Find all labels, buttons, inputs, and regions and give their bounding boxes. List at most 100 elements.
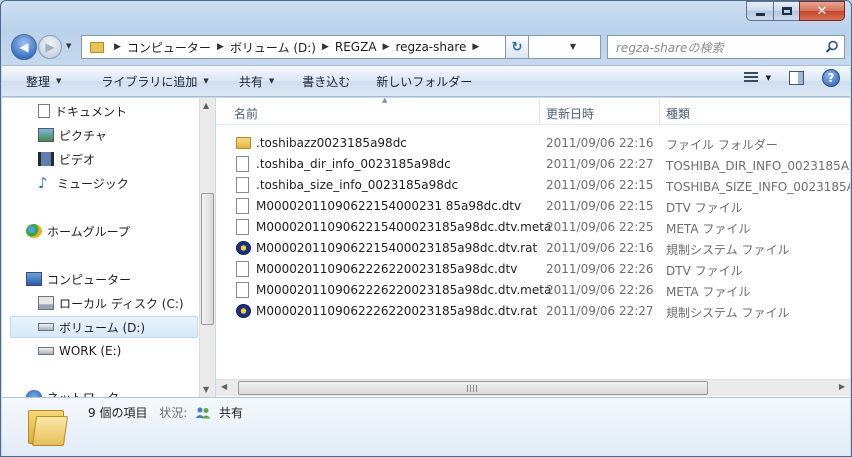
column-divider[interactable] xyxy=(539,98,540,125)
nav-item-local-disk-c[interactable]: ローカル ディスク (C:) xyxy=(38,292,184,314)
nav-item-homegroup[interactable]: ホームグループ xyxy=(26,220,130,242)
chevron-right-icon[interactable]: ▶ xyxy=(217,42,224,52)
folder-icon xyxy=(90,41,104,53)
nav-item-label: ネットワーク xyxy=(47,389,119,398)
explorer-window: ✕ ◀ ▶ ▼ ▶ コンピューター ▶ ボリューム (D:) ▶ REGZA ▶… xyxy=(0,0,852,457)
file-row[interactable]: M0000201109062215400023185a98dc.dtv.rat … xyxy=(234,238,850,259)
change-view-button[interactable]: ▼ xyxy=(743,72,771,84)
scroll-down-icon[interactable]: ▼ xyxy=(203,385,209,394)
new-folder-button[interactable]: 新しいフォルダー xyxy=(362,66,484,96)
shared-users-icon xyxy=(195,407,211,419)
file-row[interactable]: .toshiba_size_info_0023185a98dc 2011/09/… xyxy=(234,175,850,196)
file-name: M00002011090622154000231 85a98dc.dtv xyxy=(256,199,522,213)
file-type: DTV ファイル xyxy=(666,201,743,215)
file-row[interactable]: .toshiba_dir_info_0023185a98dc 2011/09/0… xyxy=(234,154,850,175)
nav-item-network[interactable]: ネットワーク xyxy=(26,386,119,397)
view-controls: ▼ ? xyxy=(743,69,840,87)
search-icon[interactable] xyxy=(825,40,839,54)
system-drive-icon xyxy=(38,296,54,310)
nav-item-label: ローカル ディスク (C:) xyxy=(59,296,184,311)
organize-menu[interactable]: 整理 ▼ xyxy=(2,66,73,96)
forward-button[interactable]: ▶ xyxy=(38,35,62,59)
column-type[interactable]: 種類 xyxy=(666,105,690,122)
chevron-right-icon[interactable]: ▶ xyxy=(383,42,390,52)
nav-item-label: ピクチャ xyxy=(59,128,107,143)
minimize-button[interactable] xyxy=(746,1,773,21)
add-to-library-label: ライブラリに追加 xyxy=(101,74,198,89)
nav-item-computer[interactable]: コンピューター xyxy=(26,268,131,290)
column-date[interactable]: 更新日時 xyxy=(546,105,594,122)
file-row[interactable]: M0000201109062215400023185a98dc.dtv.meta… xyxy=(234,217,850,238)
file-type: TOSHIBA_DIR_INFO_0023185A98DC ファイル xyxy=(666,159,850,173)
file-date: 2011/09/06 22:16 xyxy=(546,136,654,150)
file-list-horizontal-scrollbar[interactable]: ◀ ▶ xyxy=(216,379,850,396)
rating-icon xyxy=(236,304,251,318)
file-date: 2011/09/06 22:16 xyxy=(546,241,654,255)
breadcrumb-computer[interactable]: コンピューター xyxy=(127,39,211,56)
add-to-library-menu[interactable]: ライブラリに追加 ▼ xyxy=(73,66,220,96)
nav-item-pictures[interactable]: ピクチャ xyxy=(38,124,107,146)
file-row[interactable]: M00002011090622154000231 85a98dc.dtv 201… xyxy=(234,196,850,217)
chevron-down-icon: ▼ xyxy=(203,77,209,85)
nav-item-label: ボリューム (D:) xyxy=(59,320,146,335)
details-summary: 9 個の項目 状況: 共有 xyxy=(88,404,243,421)
nav-item-videos[interactable]: ビデオ xyxy=(38,148,95,170)
nav-item-label: ミュージック xyxy=(57,176,129,191)
address-history-dropdown[interactable]: ▼ xyxy=(570,42,576,51)
file-row[interactable]: .toshibazz0023185a98dc 2011/09/06 22:16 … xyxy=(234,133,850,154)
chevron-right-icon[interactable]: ▶ xyxy=(322,42,329,52)
document-icon xyxy=(236,282,249,298)
file-row[interactable]: M0000201109062226220023185a98dc.dtv.rat … xyxy=(234,301,850,322)
document-icon xyxy=(236,219,249,235)
minimize-icon xyxy=(755,12,765,16)
file-date: 2011/09/06 22:26 xyxy=(546,262,654,276)
scroll-up-icon[interactable]: ▲ xyxy=(203,101,209,110)
scrollbar-thumb[interactable] xyxy=(238,381,708,395)
preview-pane-icon[interactable] xyxy=(789,71,804,85)
scroll-left-icon[interactable]: ◀ xyxy=(221,382,227,391)
search-input[interactable]: regza-shareの検索 xyxy=(616,39,723,56)
file-row[interactable]: M0000201109062226220023185a98dc.dtv.meta… xyxy=(234,280,850,301)
help-icon[interactable]: ? xyxy=(822,69,840,87)
nav-item-documents[interactable]: ドキュメント xyxy=(38,100,127,122)
breadcrumb-regza-share[interactable]: regza-share xyxy=(395,40,466,54)
maximize-icon xyxy=(781,7,792,15)
drive-icon xyxy=(38,323,54,331)
burn-button[interactable]: 書き込む xyxy=(286,66,362,96)
nav-item-work-e[interactable]: WORK (E:) xyxy=(38,340,121,362)
column-name[interactable]: 名前 xyxy=(234,105,258,122)
file-name: M0000201109062215400023185a98dc.dtv.meta xyxy=(256,220,552,234)
forward-arrow-icon: ▶ xyxy=(45,40,55,54)
close-icon: ✕ xyxy=(816,3,828,19)
file-date: 2011/09/06 22:26 xyxy=(546,283,654,297)
navigation-pane-scrollbar[interactable]: ▲ ▼ xyxy=(199,98,215,397)
chevron-right-icon[interactable]: ▶ xyxy=(472,42,479,52)
nav-item-label: WORK (E:) xyxy=(59,344,122,358)
chevron-right-icon[interactable]: ▶ xyxy=(114,42,121,52)
file-row[interactable]: M0000201109062226220023185a98dc.dtv 2011… xyxy=(234,259,850,280)
maximize-button[interactable] xyxy=(773,1,799,21)
music-note-icon: ♪ xyxy=(38,174,48,192)
file-type: TOSHIBA_SIZE_INFO_0023185A98DC ファイル xyxy=(666,180,850,194)
scrollbar-thumb[interactable] xyxy=(201,193,214,325)
recent-pages-dropdown[interactable]: ▼ xyxy=(66,42,71,50)
share-menu[interactable]: 共有 ▼ xyxy=(221,66,286,96)
caption-buttons: ✕ xyxy=(746,1,845,21)
refresh-button[interactable]: ↻ xyxy=(505,35,529,59)
breadcrumb-regza[interactable]: REGZA xyxy=(335,40,377,54)
breadcrumb-volume-d[interactable]: ボリューム (D:) xyxy=(230,39,316,56)
close-button[interactable]: ✕ xyxy=(799,1,845,21)
file-date: 2011/09/06 22:15 xyxy=(546,178,654,192)
document-icon xyxy=(236,261,249,277)
nav-item-label: ドキュメント xyxy=(55,104,128,119)
back-arrow-icon: ◀ xyxy=(19,40,29,54)
nav-item-music[interactable]: ♪ ミュージック xyxy=(38,172,129,194)
refresh-icon: ↻ xyxy=(511,39,523,55)
nav-item-volume-d[interactable]: ボリューム (D:) xyxy=(10,316,198,338)
back-button[interactable]: ◀ xyxy=(11,34,37,60)
scroll-right-icon[interactable]: ▶ xyxy=(839,382,845,391)
search-box[interactable]: regza-shareの検索 xyxy=(607,35,845,59)
sort-ascending-icon: ▲ xyxy=(382,98,388,104)
file-name: .toshiba_dir_info_0023185a98dc xyxy=(256,157,451,171)
column-divider[interactable] xyxy=(659,98,660,125)
